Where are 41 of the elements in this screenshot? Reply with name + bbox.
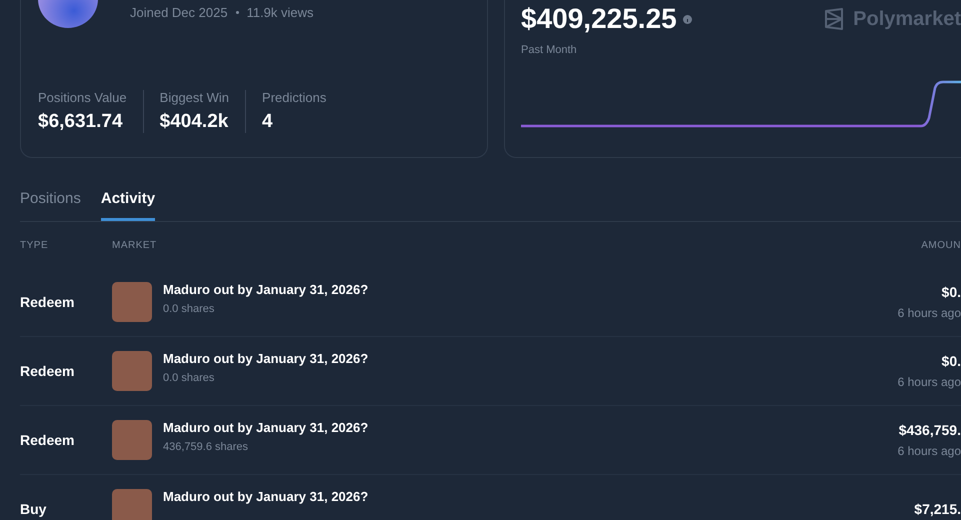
logo-icon xyxy=(823,8,846,30)
view-count: 11.9k views xyxy=(246,4,314,20)
timestamp: 6 hours ago xyxy=(898,306,961,320)
stat-value: $404.2k xyxy=(160,111,230,133)
stat-label: Biggest Win xyxy=(160,90,230,105)
activity-type: Redeem xyxy=(20,432,76,448)
photo-placeholder xyxy=(112,351,152,391)
column-header: AMOUN xyxy=(921,240,961,250)
tab[interactable]: Activity xyxy=(100,184,156,221)
market-title[interactable]: Maduro out by January 31, 2026? xyxy=(163,282,368,297)
timestamp: 6 hours ago xyxy=(898,444,961,458)
joined-date: Joined Dec 2025 xyxy=(130,4,228,20)
stat-label: Positions Value xyxy=(38,90,127,105)
column-header: TYPE xyxy=(20,240,50,250)
photo-placeholder xyxy=(112,489,152,520)
period-label: Past Month xyxy=(521,44,578,56)
brand-name: Polymarket xyxy=(853,8,961,30)
separator-dot xyxy=(236,10,239,14)
share-count: 0.0 shares xyxy=(163,372,216,384)
stat-value: $6,631.74 xyxy=(38,111,124,133)
column-header: MARKET xyxy=(112,240,158,250)
share-count: 436,759.6 shares xyxy=(163,441,250,453)
share-count: 0.0 shares xyxy=(163,303,216,315)
photo-placeholder xyxy=(112,420,152,460)
activity-type: Redeem xyxy=(20,294,76,310)
stat-value: 4 xyxy=(262,111,274,133)
tab[interactable]: Positions xyxy=(20,184,81,221)
amount-value: $0. xyxy=(942,353,961,369)
timestamp: 6 hours ago xyxy=(898,375,961,389)
stat-label: Predictions xyxy=(262,90,326,105)
amount-value: $7,215. xyxy=(914,501,961,517)
activity-type: Buy xyxy=(20,501,48,517)
market-title[interactable]: Maduro out by January 31, 2026? xyxy=(163,420,368,435)
info-icon[interactable] xyxy=(682,14,692,24)
photo-placeholder xyxy=(112,282,152,322)
amount-value: $0. xyxy=(942,284,961,300)
activity-type: Redeem xyxy=(20,363,76,379)
amount-value: $436,759. xyxy=(898,422,961,438)
profit-value: $409,225.25 xyxy=(521,3,677,35)
market-title[interactable]: Maduro out by January 31, 2026? xyxy=(163,351,368,366)
market-title[interactable]: Maduro out by January 31, 2026? xyxy=(163,489,368,504)
